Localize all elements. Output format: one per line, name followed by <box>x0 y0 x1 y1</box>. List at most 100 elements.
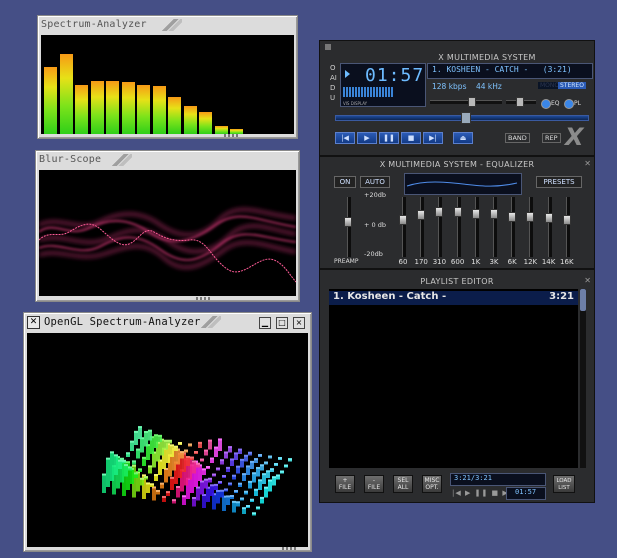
close-button[interactable]: × <box>293 317 305 329</box>
opengl-spectrum-bar-top <box>280 470 284 473</box>
shuffle-button[interactable]: BAND <box>505 133 530 143</box>
opengl-spectrum-bar-top <box>178 442 182 444</box>
volume-knob[interactable] <box>468 97 476 107</box>
opengl-spectrum-bar-top <box>134 430 138 433</box>
opengl-spectrum-bar-top <box>250 460 254 463</box>
opengl-spectrum-bar <box>192 461 196 474</box>
opengl-spectrum-bar-top <box>230 494 234 497</box>
stop-button[interactable]: ■ <box>401 132 421 144</box>
resize-grip-icon[interactable] <box>196 297 210 300</box>
eq-band-slider[interactable] <box>474 197 479 257</box>
opengl-spectrum-bar-top <box>154 434 158 437</box>
pause-button[interactable]: ❚❚ <box>379 132 399 144</box>
eq-band-knob[interactable] <box>399 215 407 225</box>
preamp-knob[interactable] <box>344 217 352 227</box>
eq-on-button[interactable]: ON <box>334 176 356 188</box>
seek-knob[interactable] <box>461 112 471 124</box>
balance-knob[interactable] <box>516 97 524 107</box>
eq-band-knob[interactable] <box>471 209 480 219</box>
opengl-spectrum-bar-top <box>238 448 242 451</box>
opengl-spectrum-bar-top <box>214 446 218 449</box>
eq-band-slider[interactable] <box>511 197 516 257</box>
drag-handle-icon[interactable] <box>160 19 182 31</box>
opengl-spectrum-bar <box>146 445 150 460</box>
eq-auto-button[interactable]: AUTO <box>360 176 390 188</box>
opengl-spectrum-bar-top <box>226 495 230 498</box>
previous-button[interactable]: |◀ <box>335 132 355 144</box>
opengl-spectrum-bar <box>182 496 186 505</box>
spectrum-bar <box>183 106 197 134</box>
select-all-button[interactable]: SEL ALL <box>393 475 413 493</box>
opengl-spectrum-bar <box>102 474 106 493</box>
eq-band-knob[interactable] <box>435 207 444 217</box>
opengl-spectrum-bar <box>206 487 210 502</box>
next-button[interactable]: ▶| <box>423 132 443 144</box>
opengl-spectrum-bar <box>142 457 146 466</box>
opengl-spectrum-bar <box>262 474 266 484</box>
window-title: Blur-Scope <box>39 154 102 165</box>
maximize-button[interactable]: □ <box>276 317 288 329</box>
eq-band-slider[interactable] <box>547 197 552 257</box>
eject-button[interactable]: ⏏ <box>453 132 473 144</box>
eq-band-knob[interactable] <box>562 215 571 225</box>
remove-file-button[interactable]: - FILE <box>364 475 384 493</box>
eq-band-knob[interactable] <box>526 212 535 222</box>
opengl-spectrum-bar-top <box>198 441 202 444</box>
pl-toggle[interactable] <box>564 99 574 109</box>
play-button[interactable]: ▶ <box>357 132 377 144</box>
opengl-spectrum-bar <box>164 440 168 450</box>
spectrum-bar <box>121 81 135 134</box>
opengl-spectrum-bar-top <box>244 454 248 457</box>
opengl-spectrum-bar-top <box>170 444 174 447</box>
resize-grip-icon[interactable] <box>224 134 238 137</box>
eq-band-slider[interactable] <box>493 197 497 257</box>
volume-slider[interactable] <box>430 100 502 104</box>
eq-band-knob[interactable] <box>453 207 462 217</box>
minimize-button[interactable]: ▁ <box>259 317 271 329</box>
spectrum-bar <box>75 84 88 134</box>
eq-band-slider[interactable] <box>420 197 425 257</box>
eq-band-slider[interactable] <box>438 197 443 257</box>
eq-presets-button[interactable]: PRESETS <box>536 176 582 188</box>
opengl-spectrum-bar <box>264 487 268 498</box>
opengl-spectrum-bar-top <box>216 467 220 470</box>
opengl-spectrum-bar-top <box>240 458 244 461</box>
eq-band-knob[interactable] <box>544 213 553 223</box>
load-list-button[interactable]: LOAD LIST <box>553 475 575 493</box>
opengl-spectrum-bar <box>256 467 260 477</box>
playlist-close-icon[interactable]: ✕ <box>584 276 591 285</box>
eq-band-knob[interactable] <box>490 209 498 219</box>
repeat-button[interactable]: REP <box>542 133 561 143</box>
eq-band-slider[interactable] <box>402 197 406 257</box>
playlist-window: PLAYLIST EDITOR ✕ 1. Kosheen - Catch - 3… <box>319 269 595 503</box>
misc-options-button[interactable]: MISC OPT. <box>422 475 442 493</box>
preamp-slider[interactable] <box>347 197 351 257</box>
add-file-button[interactable]: + FILE <box>335 475 355 493</box>
eq-band-knob[interactable] <box>417 210 426 220</box>
eq-band-slider[interactable] <box>565 197 570 257</box>
opengl-spectrum-bar-top <box>164 439 168 442</box>
opengl-spectrum-bar-top <box>142 456 146 459</box>
drag-handle-icon[interactable] <box>110 154 132 166</box>
eq-band-slider[interactable] <box>529 197 534 257</box>
opengl-spectrum-bar-top <box>222 475 226 477</box>
opengl-spectrum-bar-top <box>242 507 246 510</box>
playlist-mini-time: 01:57 <box>506 487 546 500</box>
resize-grip-icon[interactable] <box>282 547 296 550</box>
playlist-row[interactable]: 1. Kosheen - Catch - 3:21 <box>329 291 578 305</box>
eq-close-icon[interactable]: ✕ <box>584 159 591 168</box>
opengl-spectrum-bar <box>138 427 142 439</box>
drag-handle-icon[interactable] <box>199 316 221 328</box>
playlist-scrollbar[interactable] <box>580 289 586 468</box>
playlist-scroll-thumb[interactable] <box>580 289 586 311</box>
eq-band-slider[interactable] <box>456 197 461 257</box>
opengl-spectrum-bar-top <box>132 464 136 467</box>
window-close-icon[interactable]: ✕ <box>27 316 40 329</box>
eq-toggle[interactable] <box>541 99 551 109</box>
eq-band-knob[interactable] <box>508 212 517 222</box>
opengl-spectrum-bar-top <box>264 486 268 489</box>
opengl-spectrum-bar-top <box>120 457 124 460</box>
opengl-spectrum-bar-top <box>194 451 198 453</box>
samplerate: 44 kHz <box>476 82 502 91</box>
player-menu-icon[interactable] <box>325 44 331 50</box>
